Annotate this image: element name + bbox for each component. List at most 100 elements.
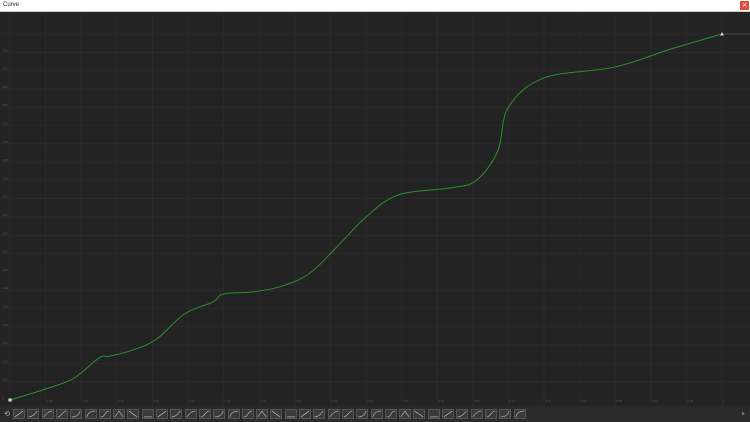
preset-ease-in-out-sine-button[interactable] xyxy=(55,409,68,419)
preset-ease-out-bounce-button[interactable] xyxy=(427,409,440,419)
preset-ease-in-sine-button[interactable] xyxy=(27,409,40,419)
preset-ease-out-expo-button[interactable] xyxy=(256,409,269,419)
preset-curve-icon xyxy=(443,410,453,418)
preset-curve-icon xyxy=(315,410,324,418)
y-tick-label: 0.30 xyxy=(2,286,8,290)
y-tick-label: 0.75 xyxy=(2,122,8,126)
preset-curve-icon xyxy=(14,410,24,418)
preset-curve-icon xyxy=(343,410,353,418)
preset-curve-icon xyxy=(501,410,510,418)
preset-curve-icon xyxy=(229,410,238,418)
preset-curve-icon xyxy=(515,410,524,418)
preset-ease-in-out-bounce-button[interactable] xyxy=(442,409,454,419)
preset-ease-in-out-elastic-button[interactable] xyxy=(399,409,412,419)
preset-curve-icon xyxy=(100,410,110,418)
preset-curve-icon xyxy=(186,410,195,418)
preset-ease-out-quad-button[interactable] xyxy=(84,409,97,419)
y-tick-label: 0.10 xyxy=(2,359,8,363)
x-tick-label: 0.35 xyxy=(260,399,266,403)
preset-ease-out-circ-button[interactable] xyxy=(299,409,311,419)
preset-ease-out-quart-button[interactable] xyxy=(170,409,183,419)
preset-toolbar: ⟲ ▸ xyxy=(0,406,750,422)
preset-curve-icon xyxy=(57,410,67,418)
preset-curve-icon xyxy=(458,410,467,418)
y-tick-label: 0.80 xyxy=(2,103,8,107)
preset-curve-icon xyxy=(372,410,381,418)
preset-ease-out-cubic-button[interactable] xyxy=(127,409,140,419)
x-tick-label: 0.50 xyxy=(367,399,373,403)
window-title: Curve xyxy=(3,2,20,8)
y-tick-label: 0.95 xyxy=(2,48,8,52)
x-tick-label: 0.10 xyxy=(82,399,88,403)
preset-curve-icon xyxy=(200,410,210,418)
x-tick-label: 0.95 xyxy=(687,399,693,403)
preset-ease-in-out-back-button[interactable] xyxy=(356,409,369,419)
preset-ease-in-out-cubic-button[interactable] xyxy=(141,409,154,419)
preset-wave-button[interactable] xyxy=(513,409,526,419)
preset-ease-in-circ-button[interactable] xyxy=(284,409,297,419)
preset-ease-out-elastic-button[interactable] xyxy=(384,409,397,419)
x-tick-label: 0.80 xyxy=(581,399,587,403)
preset-curve-icon xyxy=(272,410,281,418)
preset-curve-icon xyxy=(157,410,167,418)
preset-ease-in-expo-button[interactable] xyxy=(241,409,254,419)
preset-ease-out-back-button[interactable] xyxy=(341,409,354,419)
curve-plot[interactable]: 0 0.05 0.10 0.15 0.20 0.25 0.30 0.35 0.40 0.45 0.5… xyxy=(0,12,750,406)
preset-curve-icon xyxy=(43,410,52,418)
preset-curve-icon xyxy=(86,410,95,418)
x-tick-label: 0.70 xyxy=(509,399,515,403)
x-tick-label: 0.45 xyxy=(331,399,337,403)
y-tick-label: 1 xyxy=(2,30,4,34)
preset-ease-in-out-quart-button[interactable] xyxy=(184,409,197,419)
preset-curve-icon xyxy=(329,410,338,418)
x-tick-label: 0.90 xyxy=(652,399,658,403)
preset-ease-in-out-circ-button[interactable] xyxy=(313,409,326,419)
y-tick-label: 0.40 xyxy=(2,250,8,254)
close-button[interactable]: × xyxy=(740,1,749,10)
scroll-right-icon[interactable]: ▸ xyxy=(742,410,748,418)
preset-ease-in-bounce-button[interactable] xyxy=(413,409,426,419)
preset-constant-button[interactable] xyxy=(484,409,497,419)
x-tick-label: 0.40 xyxy=(296,399,302,403)
preset-linear-button[interactable] xyxy=(13,409,25,419)
y-tick-label: 0.45 xyxy=(2,231,8,235)
preset-ease-out-sine-button[interactable] xyxy=(41,409,54,419)
preset-curve-icon xyxy=(257,410,267,418)
preset-ease-out-quint-button[interactable] xyxy=(213,409,226,419)
preset-ease-in-out-quad-button[interactable] xyxy=(98,409,111,419)
preset-ease-in-elastic-button[interactable] xyxy=(370,409,383,419)
preset-ease-in-back-button[interactable] xyxy=(327,409,340,419)
preset-ease-in-cubic-button[interactable] xyxy=(113,409,126,419)
preset-ease-in-out-quint-button[interactable] xyxy=(227,409,240,419)
x-tick-label: 0.30 xyxy=(225,399,231,403)
start-keyframe-handle[interactable] xyxy=(8,398,12,402)
preset-curve-icon xyxy=(429,416,438,418)
preset-smooth-button[interactable] xyxy=(470,409,483,419)
preset-curve-icon xyxy=(72,410,81,418)
curve-chart[interactable]: 0 0.05 0.10 0.15 0.20 0.25 0.30 0.35 0.40 0.45 0.5… xyxy=(0,12,750,406)
preset-ease-in-out-expo-button[interactable] xyxy=(270,409,283,419)
x-tick-label: 0.55 xyxy=(403,399,409,403)
x-tick-label: 0.05 xyxy=(47,399,53,403)
y-tick-label: 0 xyxy=(2,396,4,400)
preset-step-button[interactable] xyxy=(456,409,469,419)
preset-curve-icon xyxy=(129,410,138,418)
preset-curve-icon xyxy=(486,410,496,418)
y-tick-label: 0.90 xyxy=(2,67,8,71)
preset-curve-icon xyxy=(29,410,38,418)
y-tick-label: 0.65 xyxy=(2,158,8,162)
preset-curve-icon xyxy=(415,410,424,418)
preset-ease-in-quart-button[interactable] xyxy=(156,409,168,419)
preset-curve-icon xyxy=(472,410,481,418)
preset-curve-icon xyxy=(243,410,253,418)
curve-reset-icon[interactable]: ⟲ xyxy=(3,410,11,418)
preset-ease-in-quint-button[interactable] xyxy=(198,409,211,419)
x-tick-label: 0.15 xyxy=(118,399,124,403)
preset-curve-icon xyxy=(143,416,152,418)
curve-editor-window: Curve × 0 0.05 0.10 0.15 0.20 0.25 0.30 0.35 0.4… xyxy=(0,0,750,422)
preset-curve-icon xyxy=(400,410,410,418)
preset-spike-button[interactable] xyxy=(499,409,512,419)
y-tick-label: 0.20 xyxy=(2,323,8,327)
preset-ease-in-quad-button[interactable] xyxy=(70,409,83,419)
x-tick-label: 0.20 xyxy=(153,399,159,403)
